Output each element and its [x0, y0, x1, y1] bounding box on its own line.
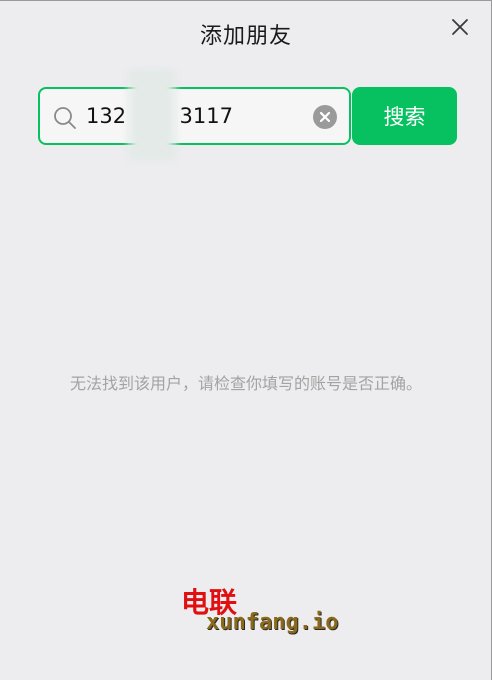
clear-icon[interactable] [313, 105, 337, 129]
search-icon [54, 107, 76, 129]
watermark-text-en: xunfang.io [206, 610, 339, 635]
dialog-title: 添加朋友 [199, 24, 292, 49]
no-user-message: 无法找到该用户，请检查你填写的账号是否正确。 [69, 374, 422, 393]
redaction-blur [125, 69, 179, 161]
search-box[interactable] [38, 87, 351, 145]
close-icon[interactable] [449, 16, 471, 38]
search-button[interactable]: 搜索 [352, 87, 457, 145]
search-input[interactable] [86, 97, 306, 135]
add-friend-dialog: 添加朋友 搜索 无法找到该用户，请检查你填写的账号是否正确。 电联 xunfan… [0, 0, 492, 680]
